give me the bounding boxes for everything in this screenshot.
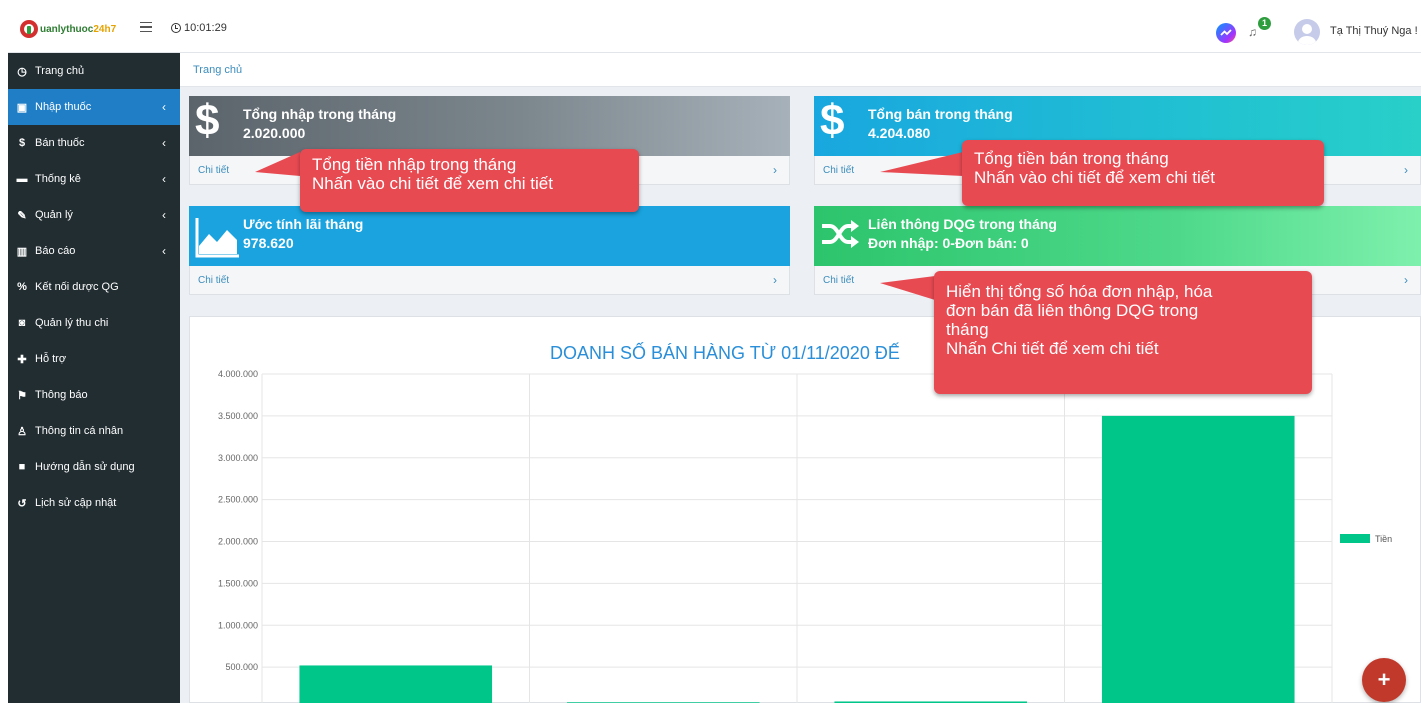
tooltip-dqg: Hiển thị tổng số hóa đơn nhập, hóa đơn b… [934, 271, 1312, 394]
tooltip-import: Tổng tiền nhập trong tháng Nhấn vào chi … [300, 149, 639, 212]
tooltip-sales: Tổng tiền bán trong tháng Nhấn vào chi t… [962, 140, 1324, 206]
add-button[interactable]: + [1362, 658, 1406, 702]
